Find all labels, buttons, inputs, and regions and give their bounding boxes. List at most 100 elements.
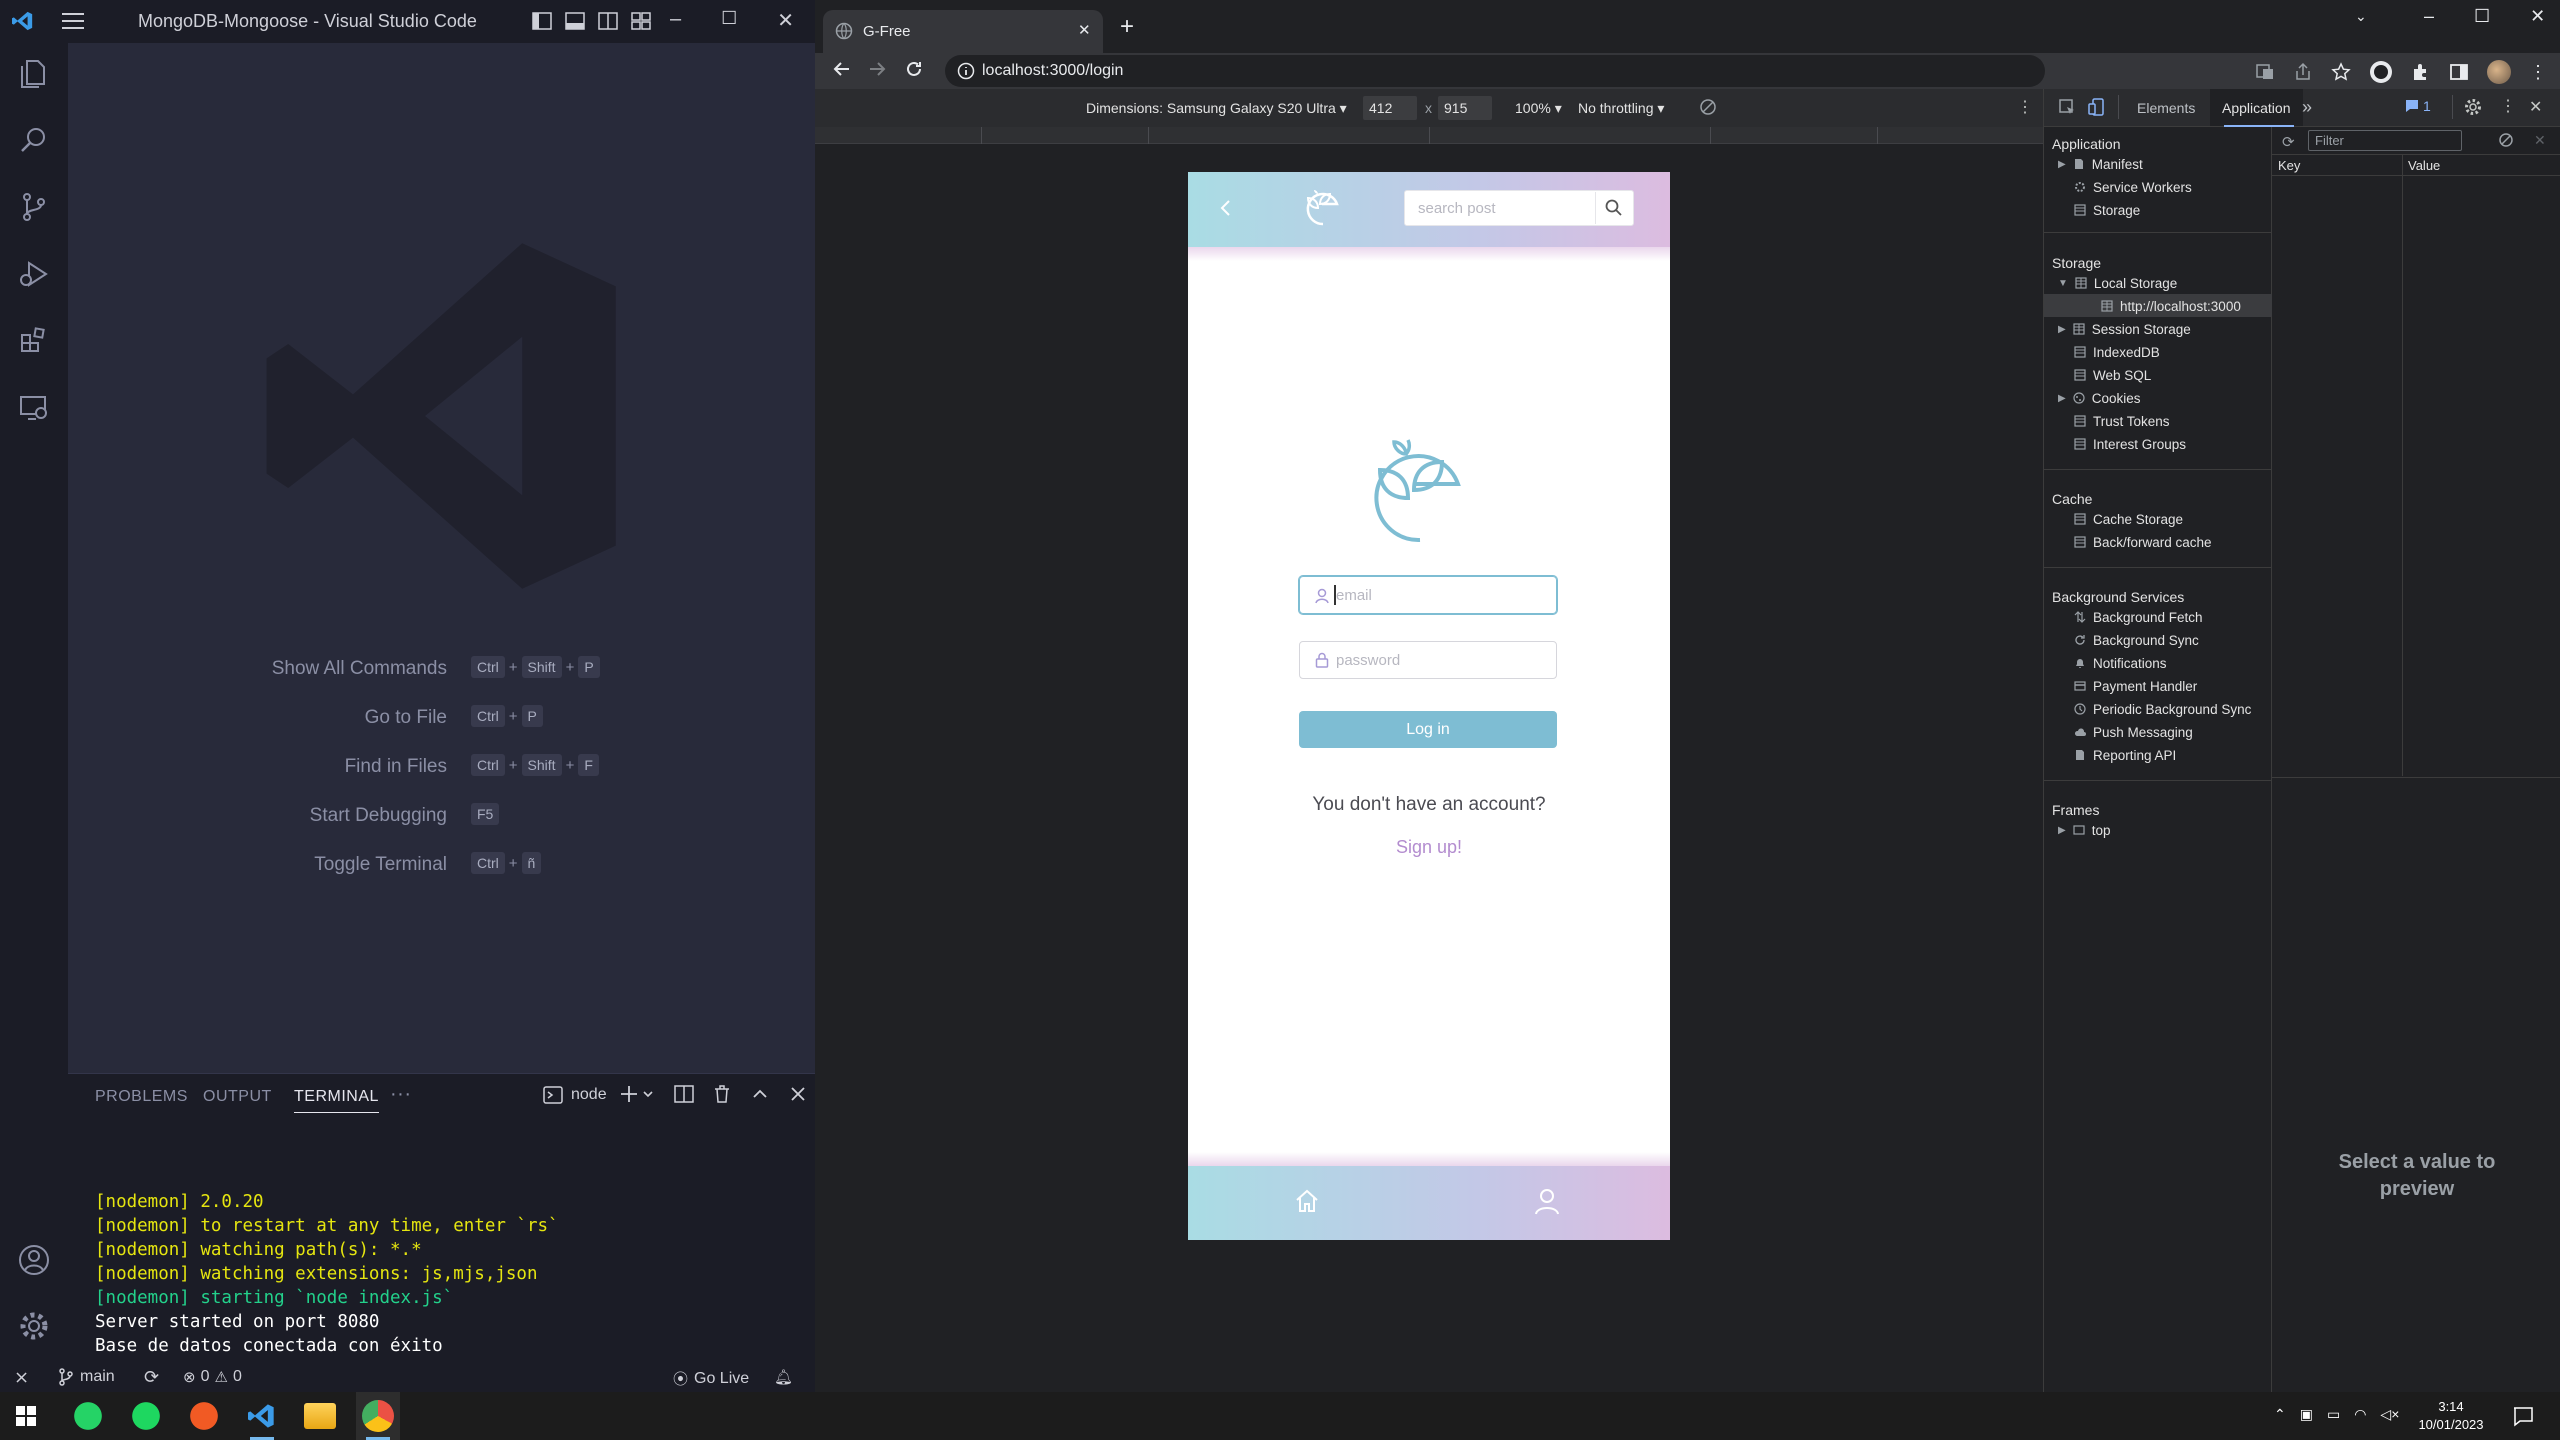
side-panel-icon[interactable] xyxy=(2449,62,2469,82)
tab-application[interactable]: Application xyxy=(2210,89,2303,126)
github-extension-icon[interactable] xyxy=(2369,60,2393,84)
new-tab-icon[interactable]: + xyxy=(1120,15,1134,39)
tree-item-storage[interactable]: Storage xyxy=(2074,199,2140,221)
tree-item-interest-groups[interactable]: Interest Groups xyxy=(2074,433,2186,455)
tree-item-payment-handler[interactable]: Payment Handler xyxy=(2074,675,2197,697)
branch-indicator[interactable]: main xyxy=(58,1368,115,1386)
clock[interactable]: 3:14 10/01/2023 xyxy=(2396,1398,2506,1434)
device-more-icon[interactable]: ⋮ xyxy=(2017,97,2033,117)
explorer-icon[interactable] xyxy=(14,53,54,93)
postman-icon[interactable] xyxy=(188,1400,220,1432)
source-control-icon[interactable] xyxy=(14,187,54,227)
maximize-icon[interactable]: ☐ xyxy=(2474,6,2490,27)
browser-tab[interactable]: G-Free ✕ xyxy=(823,10,1103,53)
extensions-puzzle-icon[interactable] xyxy=(2411,62,2431,82)
terminal-output[interactable]: [nodemon] 2.0.20 [nodemon] to restart at … xyxy=(95,1166,559,1382)
back-arrow-icon[interactable] xyxy=(1218,198,1232,218)
tree-item-cookies[interactable]: ▶ Cookies xyxy=(2058,387,2140,409)
tree-item-local-storage[interactable]: ▼ Local Storage xyxy=(2058,272,2177,294)
go-live-button[interactable]: ⦿ Go Live xyxy=(673,1368,749,1389)
toggle-sidebar-icon[interactable] xyxy=(532,11,552,31)
problems-indicator[interactable]: ⊗ 0 ⚠ 0 xyxy=(183,1368,242,1386)
device-toggle-icon[interactable] xyxy=(2088,98,2106,116)
translate-icon[interactable] xyxy=(2255,62,2275,82)
file-explorer-icon[interactable] xyxy=(304,1403,336,1429)
notifications-bell-icon[interactable]: 🔔︎ xyxy=(774,1368,793,1386)
vscode-taskbar-icon[interactable] xyxy=(246,1400,278,1432)
maximize-icon[interactable]: ☐ xyxy=(721,8,737,33)
trash-icon[interactable] xyxy=(712,1084,732,1104)
home-icon[interactable] xyxy=(1294,1188,1320,1214)
tree-item-background-sync[interactable]: Background Sync xyxy=(2074,629,2199,651)
save-data-icon[interactable] xyxy=(1699,98,1717,116)
battery-icon[interactable]: ▭ xyxy=(2327,1406,2340,1423)
column-key[interactable]: Key xyxy=(2278,158,2300,173)
maximize-panel-icon[interactable] xyxy=(750,1084,770,1104)
throttling-select[interactable]: No throttling ▾ xyxy=(1578,100,1664,117)
tree-item-service-workers[interactable]: Service Workers xyxy=(2074,176,2192,198)
profile-avatar[interactable] xyxy=(2487,60,2511,84)
account-icon[interactable] xyxy=(14,1240,54,1280)
remote-indicator-icon[interactable]: ⨯ xyxy=(14,1367,29,1388)
column-value[interactable]: Value xyxy=(2408,158,2440,173)
tab-problems[interactable]: PROBLEMS xyxy=(95,1088,188,1106)
tree-item-bfcache[interactable]: Back/forward cache xyxy=(2074,531,2212,553)
tree-item-background-fetch[interactable]: Background Fetch xyxy=(2074,606,2203,628)
settings-gear-icon[interactable] xyxy=(2464,98,2482,116)
minimize-icon[interactable]: – xyxy=(2424,6,2434,27)
inspect-element-icon[interactable] xyxy=(2058,98,2076,116)
panel-more-button[interactable]: ··· xyxy=(390,1083,411,1106)
search-button[interactable] xyxy=(1604,198,1624,218)
tree-item-indexeddb[interactable]: IndexedDB xyxy=(2074,341,2160,363)
info-icon[interactable] xyxy=(957,62,975,80)
close-tab-icon[interactable]: ✕ xyxy=(1078,21,1091,39)
menu-icon[interactable] xyxy=(62,10,86,32)
delete-selected-icon[interactable]: ✕ xyxy=(2534,132,2546,149)
spotify-icon[interactable] xyxy=(130,1400,162,1432)
sync-icon[interactable]: ⟳ xyxy=(144,1367,159,1388)
device-width-input[interactable]: 412 xyxy=(1363,96,1417,120)
back-icon[interactable] xyxy=(832,59,852,79)
bookmark-star-icon[interactable] xyxy=(2331,62,2351,82)
devtools-menu-icon[interactable]: ⋮ xyxy=(2500,96,2516,116)
zoom-select[interactable]: 100% ▾ xyxy=(1515,100,1562,117)
clear-all-icon[interactable] xyxy=(2498,132,2514,148)
windows-start-icon[interactable] xyxy=(16,1406,36,1426)
signup-link[interactable]: Sign up! xyxy=(1188,837,1670,858)
wifi-icon[interactable]: ◠ xyxy=(2354,1406,2366,1423)
customize-layout-icon[interactable] xyxy=(631,11,651,31)
tray-chevron-icon[interactable]: ⌃ xyxy=(2274,1406,2286,1423)
close-icon[interactable]: ✕ xyxy=(2530,6,2545,27)
share-icon[interactable] xyxy=(2293,62,2313,82)
tree-item-trust-tokens[interactable]: Trust Tokens xyxy=(2074,410,2170,432)
tree-item-frame-top[interactable]: ▶ top xyxy=(2058,819,2110,841)
device-select[interactable]: Dimensions: Samsung Galaxy S20 Ultra ▾ xyxy=(1086,100,1347,117)
whatsapp-icon[interactable] xyxy=(72,1400,104,1432)
tree-item-manifest[interactable]: ▶ Manifest xyxy=(2058,153,2143,175)
tree-item-session-storage[interactable]: ▶ Session Storage xyxy=(2058,318,2191,340)
tree-item-reporting-api[interactable]: Reporting API xyxy=(2074,744,2176,766)
login-button[interactable]: Log in xyxy=(1299,711,1557,748)
tree-item-cache-storage[interactable]: Cache Storage xyxy=(2074,508,2183,530)
notification-center-icon[interactable] xyxy=(2512,1405,2534,1427)
run-debug-icon[interactable] xyxy=(14,254,54,294)
refresh-icon[interactable]: ⟳ xyxy=(2282,133,2295,151)
more-tabs-button[interactable]: » xyxy=(2302,97,2312,118)
filter-input[interactable]: Filter xyxy=(2308,130,2462,151)
chrome-menu-icon[interactable]: ⋮ xyxy=(2529,62,2547,83)
tab-output[interactable]: OUTPUT xyxy=(203,1088,272,1106)
tree-item-push-messaging[interactable]: Push Messaging xyxy=(2074,721,2193,743)
manage-gear-icon[interactable] xyxy=(14,1306,54,1346)
header-logo-icon[interactable] xyxy=(1300,184,1346,230)
tab-terminal[interactable]: TERMINAL xyxy=(294,1088,379,1113)
close-panel-icon[interactable] xyxy=(788,1084,808,1104)
password-field[interactable]: password xyxy=(1299,641,1557,679)
search-icon[interactable] xyxy=(14,120,54,160)
close-devtools-icon[interactable]: ✕ xyxy=(2529,97,2542,117)
tree-item-localhost-origin[interactable]: http://localhost:3000 xyxy=(2101,295,2241,317)
add-terminal-icon[interactable] xyxy=(620,1083,656,1105)
tab-search-icon[interactable]: ⌄ xyxy=(2355,8,2367,25)
extensions-icon[interactable] xyxy=(14,321,54,361)
email-field[interactable]: email xyxy=(1299,576,1557,614)
tree-item-web-sql[interactable]: Web SQL xyxy=(2074,364,2151,386)
